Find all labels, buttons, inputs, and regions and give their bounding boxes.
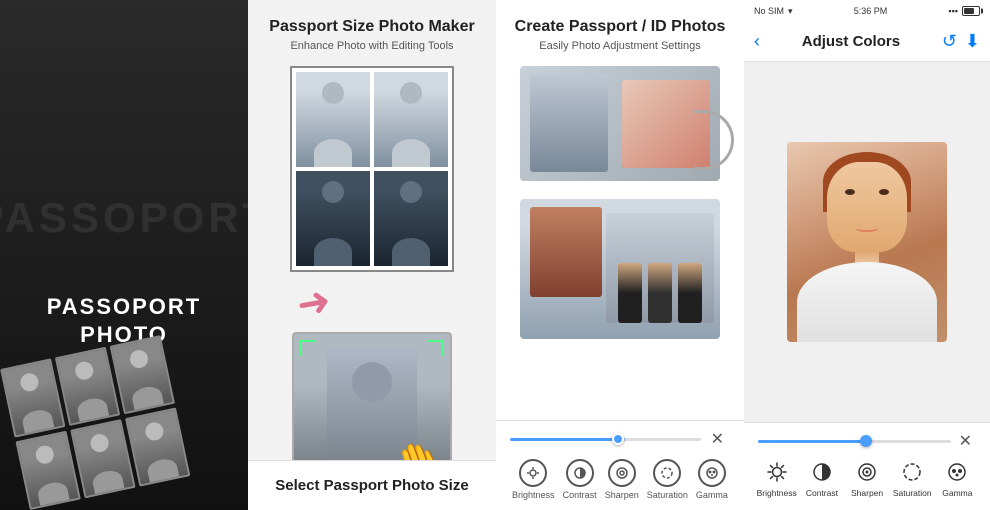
p4-saturation-tool[interactable]: Saturation [892, 459, 932, 498]
strip-photo-5 [70, 419, 135, 498]
save-button[interactable]: ⬇ [965, 31, 980, 52]
battery-fill [964, 8, 974, 14]
p4-adjust-slider[interactable] [758, 440, 951, 443]
passport-grid [290, 66, 454, 272]
nav-actions: ↺ ⬇ [942, 31, 980, 52]
history-button[interactable]: ↺ [942, 31, 957, 52]
brightness-icon [519, 459, 547, 487]
panel-ios-app: No SIM ▾ 5:36 PM ▪▪▪ ‹ Adjust Colors ↺ ⬇ [744, 0, 990, 510]
brightness-label: Brightness [512, 490, 555, 500]
arrow-container: ➜ [287, 280, 457, 326]
person-silhouette-1 [296, 72, 370, 167]
slider-row: ✕ [500, 429, 740, 455]
person-silhouette-3 [296, 171, 370, 266]
panel2-subtitle: Enhance Photo with Editing Tools [290, 40, 453, 52]
p4-icons-row: Brightness Contrast [750, 459, 984, 498]
passport-photo [787, 142, 947, 342]
adjust-slider[interactable] [510, 438, 701, 441]
scan-head [352, 362, 392, 402]
back-button[interactable]: ‹ [754, 31, 760, 52]
status-right: ▪▪▪ [948, 6, 980, 16]
wifi-icon: ▾ [788, 6, 793, 17]
id-photo-top [520, 66, 720, 181]
curved-arrow-icon [694, 110, 734, 170]
smile [855, 224, 879, 232]
battery-icon [962, 6, 980, 16]
photo-display-area [744, 62, 990, 422]
grid-photo-1 [296, 72, 370, 167]
p4-sharpen-tool[interactable]: Sharpen [847, 459, 887, 498]
group-photo [520, 199, 720, 339]
person-silhouette-4 [374, 171, 448, 266]
grid-photo-2 [374, 72, 448, 167]
time-display: 5:36 PM [854, 6, 888, 16]
saturation-label: Saturation [647, 490, 688, 500]
p4-saturation-icon [899, 459, 925, 485]
p4-sharpen-icon [854, 459, 880, 485]
p4-gamma-label: Gamma [942, 488, 972, 498]
close-button[interactable]: ✕ [705, 429, 730, 449]
watermark-text: PASSOPORT [0, 194, 248, 242]
group-portrait-left [530, 207, 602, 297]
p4-gamma-icon [944, 459, 970, 485]
grid-photo-3 [296, 171, 370, 266]
strip-photo-2 [55, 347, 120, 426]
saturation-tool[interactable]: Saturation [647, 459, 688, 500]
contrast-label: Contrast [563, 490, 597, 500]
eye-right [879, 189, 889, 195]
grid-photo-4 [374, 171, 448, 266]
brightness-tool[interactable]: Brightness [512, 459, 555, 500]
sharpen-tool[interactable]: Sharpen [605, 459, 639, 500]
eye-left [845, 189, 855, 195]
p4-contrast-tool[interactable]: Contrast [802, 459, 842, 498]
signal-icon: ▪▪▪ [948, 6, 958, 16]
ios-status-bar: No SIM ▾ 5:36 PM ▪▪▪ [744, 0, 990, 22]
sharpen-icon [608, 459, 636, 487]
p4-contrast-icon [809, 459, 835, 485]
contrast-tool[interactable]: Contrast [563, 459, 597, 500]
panel-passport-maker: Passport Size Photo Maker Enhance Photo … [248, 0, 496, 510]
p4-slider-knob[interactable] [860, 435, 872, 447]
group-portrait-right [606, 213, 714, 323]
gamma-label: Gamma [696, 490, 728, 500]
panel2-footer-text: Select Passport Photo Size [275, 477, 468, 494]
panel-intro-title: PASSOPORT PHOTO [0, 293, 248, 350]
status-left: No SIM ▾ [754, 6, 793, 17]
p4-contrast-label: Contrast [806, 488, 838, 498]
p4-close-button[interactable]: ✕ [955, 431, 976, 451]
panel-create-id: Create Passport / ID Photos Easily Photo… [496, 0, 744, 510]
sharpen-label: Sharpen [605, 490, 639, 500]
p4-brightness-tool[interactable]: Brightness [757, 459, 797, 498]
p4-saturation-label: Saturation [893, 488, 932, 498]
p4-slider-row: ✕ [750, 431, 984, 459]
shoulder-shape [797, 262, 937, 342]
panel3-toolbar: ✕ Brightness [496, 420, 744, 510]
panel3-title: Create Passport / ID Photos [515, 18, 726, 36]
panel2-title: Passport Size Photo Maker [269, 18, 474, 36]
panel3-subtitle: Easily Photo Adjustment Settings [539, 40, 700, 52]
saturation-icon [653, 459, 681, 487]
gamma-icon [698, 459, 726, 487]
gamma-tool[interactable]: Gamma [696, 459, 728, 500]
scan-corner-tl [300, 340, 316, 356]
toolbar-icons: Brightness Contrast Shar [500, 455, 740, 500]
scan-corner-tr [428, 340, 444, 356]
ios-nav-bar: ‹ Adjust Colors ↺ ⬇ [744, 22, 990, 62]
p4-brightness-label: Brightness [757, 488, 797, 498]
p4-toolbar: ✕ Brightness [744, 422, 990, 510]
face-shape [827, 162, 907, 252]
contrast-icon [566, 459, 594, 487]
id-top-left [530, 74, 608, 172]
pink-arrow-icon: ➜ [293, 277, 334, 328]
p4-sharpen-label: Sharpen [851, 488, 883, 498]
panel-intro: PASSOPORT PASSOPORT PHOTO [0, 0, 248, 510]
person-silhouette-2 [374, 72, 448, 167]
carrier-text: No SIM [754, 6, 784, 16]
nav-title: Adjust Colors [802, 33, 900, 50]
slider-thumb[interactable] [612, 433, 624, 445]
p4-gamma-tool[interactable]: Gamma [937, 459, 977, 498]
panel2-footer: Select Passport Photo Size [248, 460, 496, 510]
p4-brightness-icon [764, 459, 790, 485]
